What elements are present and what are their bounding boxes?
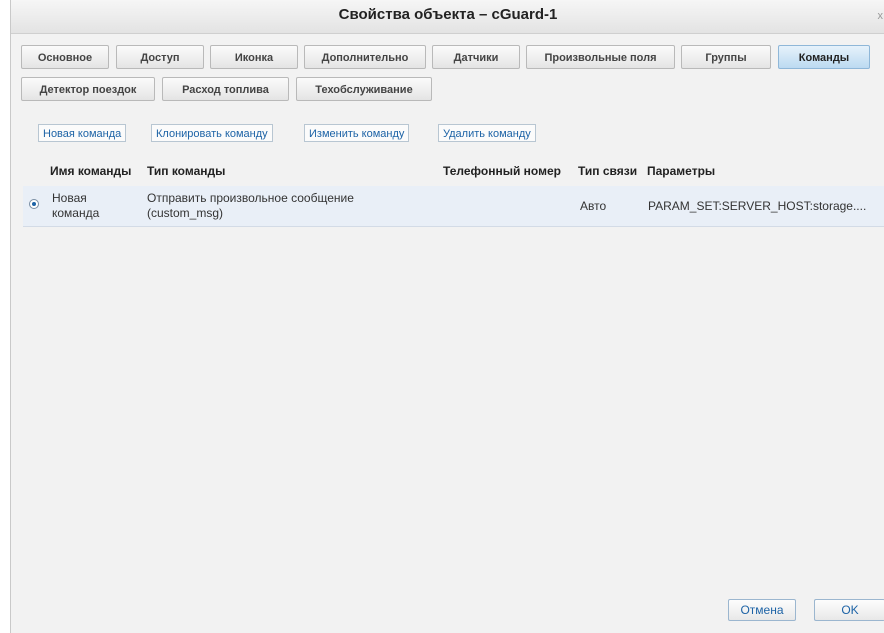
column-header-link-type[interactable]: Тип связи — [578, 164, 637, 178]
table-row[interactable]: Новая команда Отправить произвольное соо… — [23, 186, 884, 227]
tab-maintenance[interactable]: Техобслуживание — [296, 77, 432, 101]
tab-access[interactable]: Доступ — [116, 45, 204, 69]
dialog-titlebar[interactable]: Свойства объекта – cGuard-1 x — [11, 0, 884, 34]
delete-command-button[interactable]: Удалить команду — [438, 124, 536, 142]
new-command-button[interactable]: Новая команда — [38, 124, 127, 142]
clone-command-button[interactable]: Клонировать команду — [151, 124, 273, 142]
tab-main[interactable]: Основное — [21, 45, 109, 69]
column-header-params[interactable]: Параметры — [647, 164, 715, 178]
object-properties-dialog: Свойства объекта – cGuard-1 x Основное Д… — [10, 0, 884, 633]
tab-fuel-consumption[interactable]: Расход топлива — [162, 77, 289, 101]
tab-additional[interactable]: Дополнительно — [304, 45, 426, 69]
cell-command-type: Отправить произвольное сообщение (custom… — [147, 191, 354, 220]
tab-custom-fields[interactable]: Произвольные поля — [526, 45, 675, 69]
row-select-radio[interactable] — [29, 199, 39, 209]
close-icon[interactable]: x — [878, 10, 884, 22]
tab-sensors[interactable]: Датчики — [432, 45, 520, 69]
tab-groups[interactable]: Группы — [681, 45, 771, 69]
cell-link-type: Авто — [580, 199, 607, 213]
cell-parameters: PARAM_SET:SERVER_HOST:storage.... — [648, 199, 867, 213]
dialog-title: Свойства объекта – cGuard-1 — [338, 6, 558, 23]
edit-command-button[interactable]: Изменить команду — [304, 124, 410, 142]
cancel-button[interactable]: Отмена — [728, 599, 796, 621]
column-header-phone[interactable]: Телефонный номер — [443, 164, 561, 178]
cell-command-name: Новая команда — [52, 191, 100, 220]
ok-button[interactable]: OK — [814, 599, 884, 621]
column-header-type[interactable]: Тип команды — [147, 164, 225, 178]
tab-commands[interactable]: Команды — [778, 45, 870, 69]
tab-icon[interactable]: Иконка — [210, 45, 298, 69]
column-header-name[interactable]: Имя команды — [50, 164, 131, 178]
tab-trip-detector[interactable]: Детектор поездок — [21, 77, 155, 101]
table-header: Имя команды Тип команды Телефонный номер… — [23, 157, 884, 185]
